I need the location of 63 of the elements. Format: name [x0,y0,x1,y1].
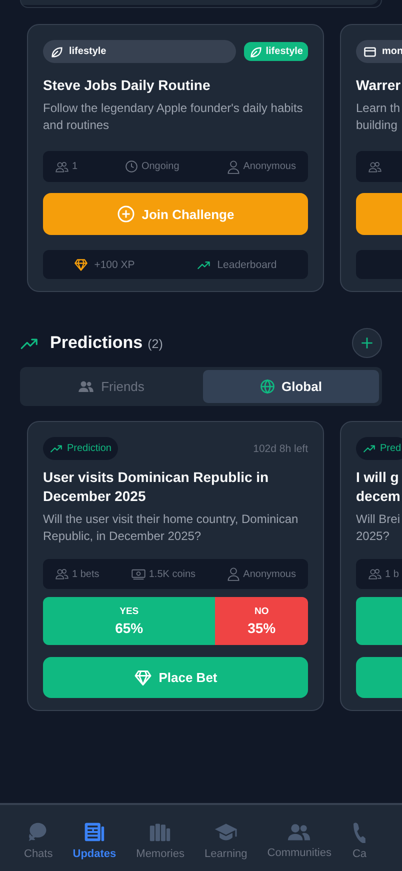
section-title: Predictions [50,333,143,353]
nav-tab[interactable]: Ca [341,805,378,871]
stat-text: Anonymous [243,161,296,172]
option-percent: 65% [115,620,144,636]
people-icon [78,380,94,393]
leaf-icon [248,44,263,58]
plus-circle-icon [116,205,135,223]
person-icon [227,567,240,581]
category-label: lifestyle [69,46,106,57]
badge-label: Prediction [67,443,112,454]
item-count: (2) [148,337,163,351]
clock-icon [125,160,138,173]
add-button[interactable] [352,328,382,358]
option-percent: 35% [248,620,276,636]
filter-tab[interactable]: Friends [23,370,200,403]
nav-tab[interactable]: Learning [194,805,258,871]
people-icon [368,160,382,172]
stat-text: Ongoing [141,161,180,172]
nav-tab[interactable]: Communities [257,805,342,871]
prediction-title: User visits Dominican Republic in December 2025 [43,468,270,506]
prediction-description: Will the user visit their home country, Dominican Republic, in December 2025? [43,511,300,545]
prediction-description: Will Brei 2025? [356,511,401,545]
yes-option[interactable]: YES 65% [43,597,216,645]
challenge-title: Warrer [356,76,402,95]
no-option[interactable]: NO 35% [215,597,308,645]
stat-text: 1 b [385,568,399,580]
banknote-icon [130,568,146,580]
person-icon [227,160,240,174]
plus-icon [359,335,375,351]
newspaper-icon [83,820,106,842]
join-challenge-button[interactable]: Join Challenge [43,193,308,235]
challenge-description: Learn th building [356,100,402,134]
nav-tab[interactable]: Updates [62,805,126,871]
badge-label: Pred [380,443,402,454]
challenge-description: Follow the legendary Apple founder's daily habits and routines [43,100,304,134]
trend-up-icon [363,442,376,455]
nav-tab[interactable]: Chats [14,805,63,871]
trend-up-icon [50,442,63,455]
prediction-title: I will g decem [356,468,402,506]
diamond-icon [134,668,152,686]
people-icon [368,568,382,580]
stat-text: 1 bets [72,568,100,580]
stat-text: Anonymous [243,568,296,580]
leaderboard-link[interactable]: Leaderboard [217,258,277,270]
people-icon [55,568,69,580]
time-left: 102d 8h left [253,442,308,454]
xp-reward: +100 XP [94,258,135,270]
filter-tab[interactable]: Global [202,370,379,403]
leaf-icon [50,44,64,58]
people-icon [287,822,312,842]
stat-text: 1 [72,161,78,172]
card-icon [363,44,377,58]
stat-text: 1.5K coins [148,568,196,580]
option-label: NO [254,606,269,617]
people-icon [55,160,69,172]
phone-icon [351,820,368,842]
option-label: YES [120,606,139,617]
tag-label: lifestyle [266,46,303,57]
globe-icon [260,379,275,394]
challenge-title: Steve Jobs Daily Routine [43,76,212,95]
place-bet-button[interactable]: Place Bet [43,657,308,698]
nav-tab[interactable]: Memories [126,805,194,871]
diamond-icon [74,258,88,272]
